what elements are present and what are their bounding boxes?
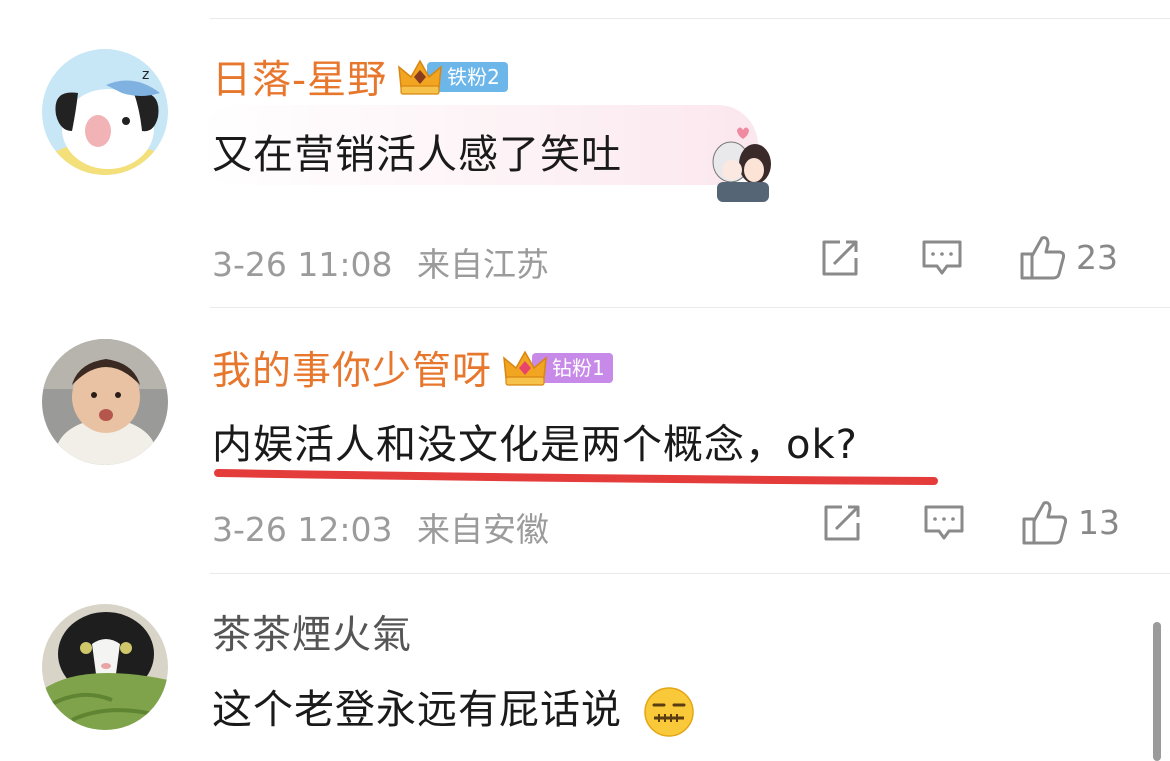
avatar[interactable]: [42, 604, 168, 730]
comment-icon: [922, 240, 962, 275]
red-underline: [214, 469, 938, 485]
comment-meta: 3-26 12:03 来自安徽: [212, 503, 549, 551]
username[interactable]: 日落-星野: [212, 49, 387, 105]
comment-text-content: 这个老登永远有屁话说: [212, 687, 622, 733]
comment-meta: 3-26 11:08 来自江苏: [212, 238, 549, 286]
fan-badge[interactable]: 铁粉2: [397, 57, 508, 97]
svg-text:z: z: [142, 67, 149, 83]
like-count: 23: [1076, 237, 1118, 277]
repost-icon: [822, 240, 858, 276]
comment-text: 这个老登永远有屁话说: [212, 677, 696, 739]
sticker-decoration: [705, 118, 777, 202]
thumbs-up-icon: [1020, 236, 1066, 280]
comment-text: 内娱活人和没文化是两个概念，ok?: [212, 422, 858, 468]
name-row: 日落-星野 铁粉2: [212, 49, 508, 105]
repost-icon: [824, 505, 860, 541]
reply-button[interactable]: [922, 501, 966, 545]
avatar[interactable]: [42, 339, 168, 465]
zipper-mouth-emoji-icon: [643, 687, 694, 737]
crown-icon: [398, 59, 443, 95]
avatar[interactable]: z: [42, 49, 168, 175]
comment-date: 3-26 12:03: [212, 510, 393, 549]
like-button[interactable]: 23: [1018, 232, 1118, 282]
like-button[interactable]: 13: [1020, 497, 1120, 547]
fan-badge[interactable]: 钻粉1: [502, 348, 613, 388]
repost-button[interactable]: [818, 236, 862, 280]
crown-icon: [503, 350, 547, 386]
name-row: 茶茶煙火氣: [212, 604, 412, 660]
comment-text: 又在营销活人感了笑吐: [212, 132, 622, 178]
top-divider: [210, 18, 1170, 19]
username[interactable]: 茶茶煙火氣: [212, 604, 412, 660]
comment-icon: [924, 505, 964, 540]
comment-divider: [210, 573, 1170, 574]
comment-date: 3-26 11:08: [212, 245, 393, 284]
username[interactable]: 我的事你少管呀: [212, 340, 492, 396]
comment-location: 来自江苏: [417, 245, 549, 284]
repost-button[interactable]: [820, 501, 864, 545]
comment-location: 来自安徽: [417, 510, 549, 549]
thumbs-up-icon: [1022, 501, 1068, 545]
reply-button[interactable]: [920, 236, 964, 280]
comment-divider: [210, 307, 1170, 308]
scrollbar[interactable]: [1153, 622, 1161, 761]
like-count: 13: [1078, 502, 1120, 542]
name-row: 我的事你少管呀 钻粉1: [212, 340, 613, 396]
